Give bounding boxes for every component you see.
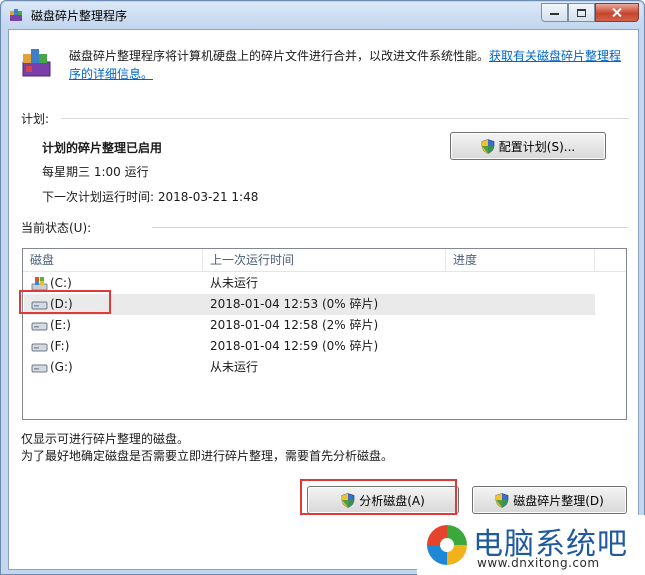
last-run-time: 2018-01-04 12:53 (0% 碎片) <box>210 297 379 311</box>
title-bar[interactable]: 磁盘碎片整理程序 <box>2 2 643 28</box>
close-button[interactable] <box>595 3 639 22</box>
footnote-analyze-first: 为了最好地确定磁盘是否需要立即进行碎片整理，需要首先分析磁盘。 <box>21 449 394 463</box>
schedule-next-run: 下一次计划运行时间: 2018-03-21 1:48 <box>42 190 259 204</box>
disk-row[interactable]: (E:) 2018-01-04 12:58 (2% 碎片) <box>24 315 595 336</box>
last-run-time: 2018-01-04 12:59 (0% 碎片) <box>210 339 379 353</box>
disk-label: (G:) <box>50 360 73 374</box>
defragment-disk-button[interactable]: 磁盘碎片整理(D) <box>472 486 627 514</box>
watermark: 电脑系统吧 www.dnxitong.com <box>417 515 645 575</box>
disk-row[interactable]: (F:) 2018-01-04 12:59 (0% 碎片) <box>24 336 595 357</box>
schedule-divider <box>61 118 629 119</box>
maximize-icon <box>577 8 586 17</box>
disk-list[interactable]: 磁盘 上一次运行时间 进度 (C:) 从未运行 (D:) 2018-01-04 … <box>22 248 627 420</box>
schedule-frequency: 每星期三 1:00 运行 <box>42 165 149 179</box>
configure-schedule-button[interactable]: 配置计划(S)... <box>450 132 606 160</box>
drive-icon <box>31 322 48 331</box>
intro-text: 磁盘碎片整理程序将计算机硬盘上的碎片文件进行合并，以改进文件系统性能。获取有关磁… <box>69 47 629 83</box>
uac-shield-icon <box>481 138 495 154</box>
footnote-defraggable-only: 仅显示可进行碎片整理的磁盘。 <box>21 432 190 446</box>
window-title: 磁盘碎片整理程序 <box>31 9 128 23</box>
maximize-button[interactable] <box>568 3 595 22</box>
configure-schedule-label: 配置计划(S)... <box>498 139 576 154</box>
highlight-box-drive-d <box>19 290 111 314</box>
windows-logo-icon <box>427 525 467 565</box>
current-status-label: 当前状态(U): <box>21 221 92 235</box>
intro-description: 磁盘碎片整理程序将计算机硬盘上的碎片文件进行合并，以改进文件系统性能。 <box>69 49 490 63</box>
caption-buttons <box>541 3 639 22</box>
schedule-section-label: 计划: <box>21 112 50 126</box>
schedule-status: 计划的碎片整理已启用 <box>42 141 163 155</box>
column-header-progress[interactable]: 进度 <box>446 249 595 271</box>
disk-list-header: 磁盘 上一次运行时间 进度 <box>23 249 626 272</box>
minimize-button[interactable] <box>541 3 568 22</box>
column-header-last-run[interactable]: 上一次运行时间 <box>203 249 446 271</box>
disk-label: (E:) <box>50 318 71 332</box>
defragment-disk-label: 磁盘碎片整理(D) <box>513 493 604 508</box>
uac-shield-icon <box>495 492 509 508</box>
defrag-app-icon <box>10 9 22 21</box>
drive-icon <box>31 343 48 352</box>
last-run-time: 从未运行 <box>210 276 259 290</box>
last-run-time: 从未运行 <box>210 360 259 374</box>
minimize-icon <box>550 12 559 15</box>
highlight-box-analyze-button <box>300 479 457 515</box>
system-drive-icon <box>31 277 48 291</box>
status-divider <box>152 227 629 228</box>
last-run-time: 2018-01-04 12:58 (2% 碎片) <box>210 318 379 332</box>
column-header-disk[interactable]: 磁盘 <box>23 249 203 271</box>
watermark-url: www.dnxitong.com <box>477 556 600 570</box>
disk-row[interactable]: (G:) 从未运行 <box>24 357 595 378</box>
disk-label: (F:) <box>50 339 70 353</box>
close-icon <box>612 8 622 17</box>
defrag-header-icon <box>22 49 51 77</box>
drive-icon <box>31 364 48 373</box>
